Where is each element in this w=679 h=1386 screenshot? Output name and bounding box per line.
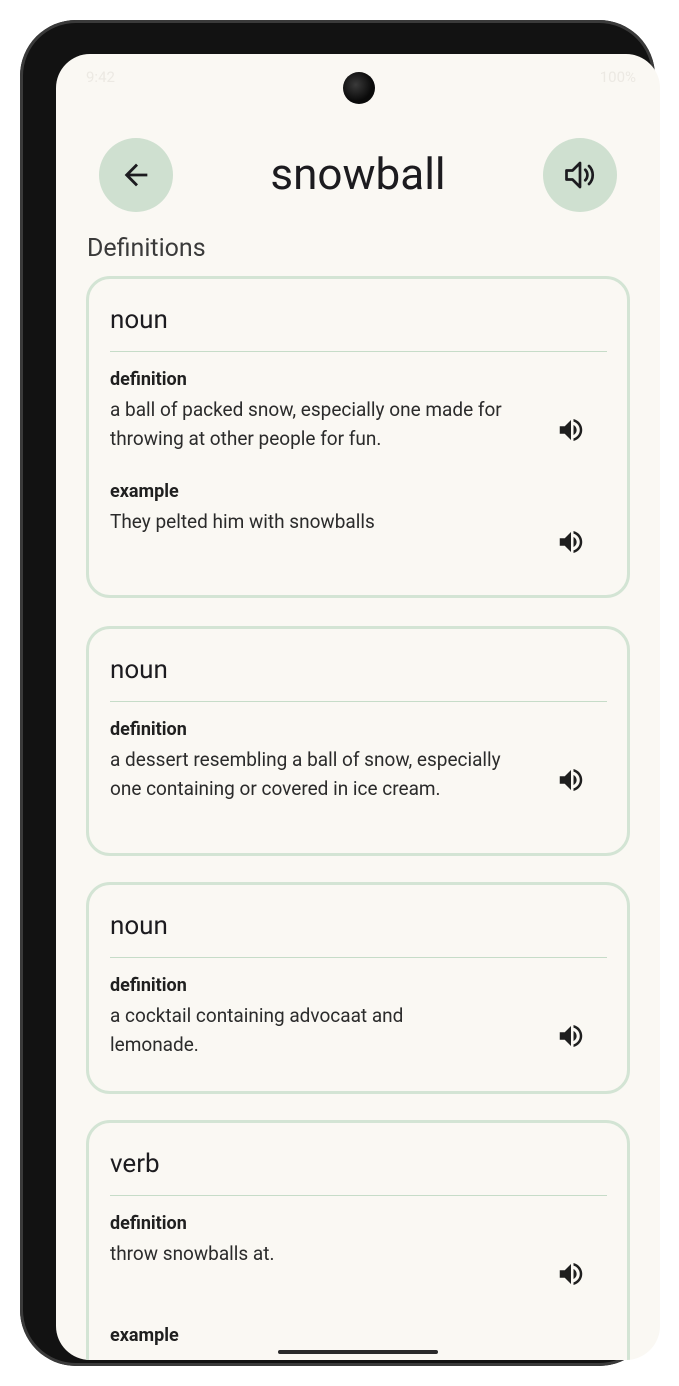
speak-definition-button[interactable] <box>556 1021 586 1051</box>
speak-example-button[interactable] <box>556 527 586 557</box>
section-label: Definitions <box>87 234 206 263</box>
speaker-icon <box>559 531 583 553</box>
front-camera <box>343 72 375 104</box>
definition-label: definition <box>110 1213 187 1234</box>
definition-label: definition <box>110 369 187 390</box>
definition-card: noun definition a dessert resembling a b… <box>86 626 630 856</box>
pronounce-button[interactable] <box>543 138 617 212</box>
example-label: example <box>110 481 179 502</box>
example-text: They pelted him with snowballs <box>110 510 375 533</box>
divider <box>110 351 607 352</box>
speak-definition-button[interactable] <box>556 1259 586 1289</box>
volume-icon <box>565 161 594 189</box>
part-of-speech: noun <box>110 911 168 941</box>
definition-card: verb definition throw snowballs at. exam… <box>86 1120 630 1360</box>
part-of-speech: noun <box>110 655 168 685</box>
divider <box>110 1195 607 1196</box>
status-time: 9:42 <box>86 68 115 86</box>
app-screen: 9:42 100% snowball Definitions noun defi… <box>56 54 660 1360</box>
speak-definition-button[interactable] <box>556 765 586 795</box>
gesture-bar <box>278 1350 438 1354</box>
divider <box>110 957 607 958</box>
speaker-icon <box>559 769 583 791</box>
example-label: example <box>110 1325 179 1346</box>
speaker-icon <box>559 1263 583 1285</box>
part-of-speech: verb <box>110 1149 160 1179</box>
phone-frame: 9:42 100% snowball Definitions noun defi… <box>20 20 660 1366</box>
divider <box>110 701 607 702</box>
definition-label: definition <box>110 975 187 996</box>
speaker-icon <box>559 419 583 441</box>
definition-text: a dessert resembling a ball of snow, esp… <box>110 748 501 800</box>
definition-card: noun definition a cocktail containing ad… <box>86 882 630 1094</box>
definition-text: a ball of packed snow, especially one ma… <box>110 398 502 450</box>
definition-text: a cocktail containing advocaat and lemon… <box>110 1004 404 1056</box>
definition-text: throw snowballs at. <box>110 1242 275 1265</box>
speak-definition-button[interactable] <box>556 415 586 445</box>
part-of-speech: noun <box>110 305 168 335</box>
speaker-icon <box>559 1025 583 1047</box>
status-battery: 100% <box>599 68 636 86</box>
definition-card: noun definition a ball of packed snow, e… <box>86 276 630 598</box>
definition-label: definition <box>110 719 187 740</box>
